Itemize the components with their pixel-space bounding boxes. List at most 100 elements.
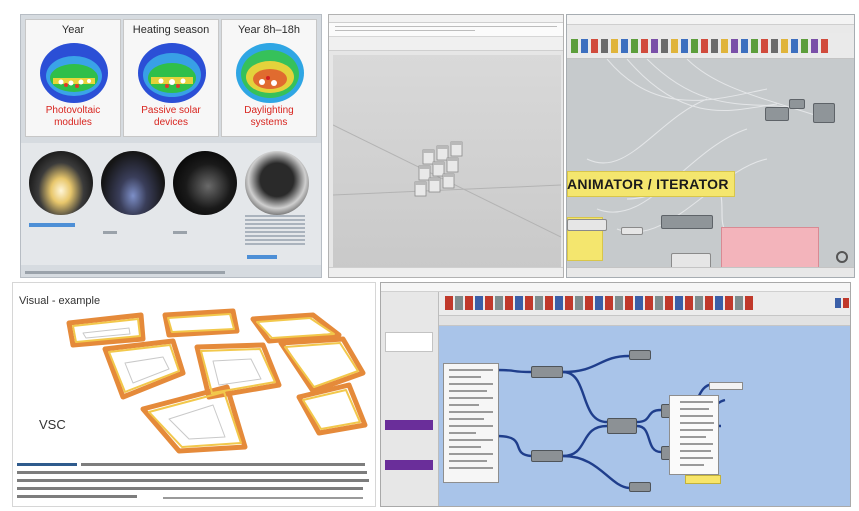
gh-component[interactable] [531,450,563,462]
dome-title: Year 8h–18h [238,24,300,36]
gh-component-icon[interactable] [571,39,578,53]
purple-accent-bar [385,420,433,430]
gh-component[interactable] [813,103,835,123]
note-line [103,231,117,234]
gh-component-icon[interactable] [641,39,648,53]
vsc-visual-example: Visual - example VSC [12,282,376,507]
menu-bar[interactable] [381,283,850,292]
gh-component-icon[interactable] [651,39,658,53]
gh-component[interactable] [607,418,637,434]
gh-component-icon[interactable] [621,39,628,53]
gh-component-icon[interactable] [791,39,798,53]
perspective-viewport[interactable] [332,55,562,269]
component-tabs[interactable] [567,25,854,33]
note-line [173,231,187,234]
dome-title: Year [61,24,85,36]
description-text-line [17,495,137,498]
animator-title: ANIMATOR / ITERATOR [567,176,729,192]
gh-component-icon[interactable] [691,39,698,53]
dome-caption-line1: Photovoltaic [45,105,101,116]
render-sphere-icon [173,151,237,215]
dome-tile-year-daytime: Year 8h–18h Daylighting systems [221,19,317,137]
value-table [245,215,305,251]
notes-group[interactable] [721,227,819,269]
description-text-line [17,479,369,482]
source-url-line [163,497,363,499]
gh-component-icon[interactable] [761,39,768,53]
gh-component-icon[interactable] [591,39,598,53]
gh-component-icon[interactable] [741,39,748,53]
layer-preview [385,332,433,352]
gh-component-icon[interactable] [731,39,738,53]
render-sphere-icon [101,151,165,215]
slider-component[interactable] [567,219,607,231]
dome-caption-line2: devices [154,117,188,128]
vsc-ring-diagram [66,308,368,454]
dome-tile-heating-season: Heating season Passive solar devices [123,19,219,137]
gh-canvas[interactable]: ANIMATOR / ITERATOR [567,59,854,269]
viewport-tabs[interactable] [329,37,563,51]
value-list-popup[interactable] [669,395,719,475]
gh-component-icon[interactable] [711,39,718,53]
dome-caption-line1: Daylighting [244,105,294,116]
gh-component-icon[interactable] [811,39,818,53]
sky-dome-heatmap-icon [138,43,206,103]
dome-caption-line1: Passive solar [141,105,201,116]
status-line [25,271,225,274]
gh-component[interactable] [661,215,713,229]
sky-dome-heatmap-icon [40,43,108,103]
gh-component[interactable] [629,482,651,492]
description-text-line [81,463,365,466]
vsc-label: VSC [39,417,66,432]
component-toolbar[interactable] [567,33,854,59]
context-menu[interactable] [443,363,499,483]
gh-component-icon[interactable] [439,292,851,316]
gh-component-icon[interactable] [631,39,638,53]
gh-canvas[interactable] [439,326,850,506]
progress-bar [29,223,75,227]
gh-component-icon[interactable] [821,39,828,53]
purple-accent-bar [385,460,433,470]
gh-component-icon[interactable] [751,39,758,53]
progress-bar [247,255,277,259]
status-bar [567,267,854,277]
gh-component-icon[interactable] [671,39,678,53]
gh-component-icon[interactable] [721,39,728,53]
panel-component[interactable] [621,227,643,235]
component-toolbar[interactable] [439,292,851,316]
sky-dome-heatmap-icon [236,43,304,103]
gh-component-icon[interactable] [701,39,708,53]
gh-component-icon[interactable] [611,39,618,53]
number-slider[interactable] [709,382,743,390]
grasshopper-definition-window [380,282,851,507]
render-sphere-icon [29,151,93,215]
gh-component[interactable] [789,99,805,109]
gh-component-icon[interactable] [661,39,668,53]
gh-component-icon[interactable] [781,39,788,53]
description-text-line [17,463,77,466]
description-text-line [17,487,363,490]
dome-caption-line2: systems [250,117,288,128]
gh-component-icon[interactable] [601,39,608,53]
description-text-line [17,471,367,474]
window-title-bar [329,15,563,23]
gh-component-icon[interactable] [581,39,588,53]
command-history [329,23,563,37]
rhino-side-panel [381,292,439,506]
gh-component-icon[interactable] [801,39,808,53]
status-bar [329,267,563,277]
extruded-box-icon [332,124,562,238]
dome-title: Heating season [132,24,210,36]
gh-component-icon[interactable] [681,39,688,53]
gh-component[interactable] [629,350,651,360]
rhino-window [328,14,564,278]
dome-tile-year: Year Photovoltaic modules [25,19,121,137]
render-sphere-row [21,143,321,265]
navigation-icon[interactable] [836,251,848,263]
gh-component[interactable] [531,366,563,378]
grasshopper-animator-window: ANIMATOR / ITERATOR [566,14,855,278]
gh-component[interactable] [765,107,789,121]
menu-bar[interactable] [567,15,854,25]
gh-component-icon[interactable] [771,39,778,53]
canvas-tabs[interactable] [439,316,850,326]
